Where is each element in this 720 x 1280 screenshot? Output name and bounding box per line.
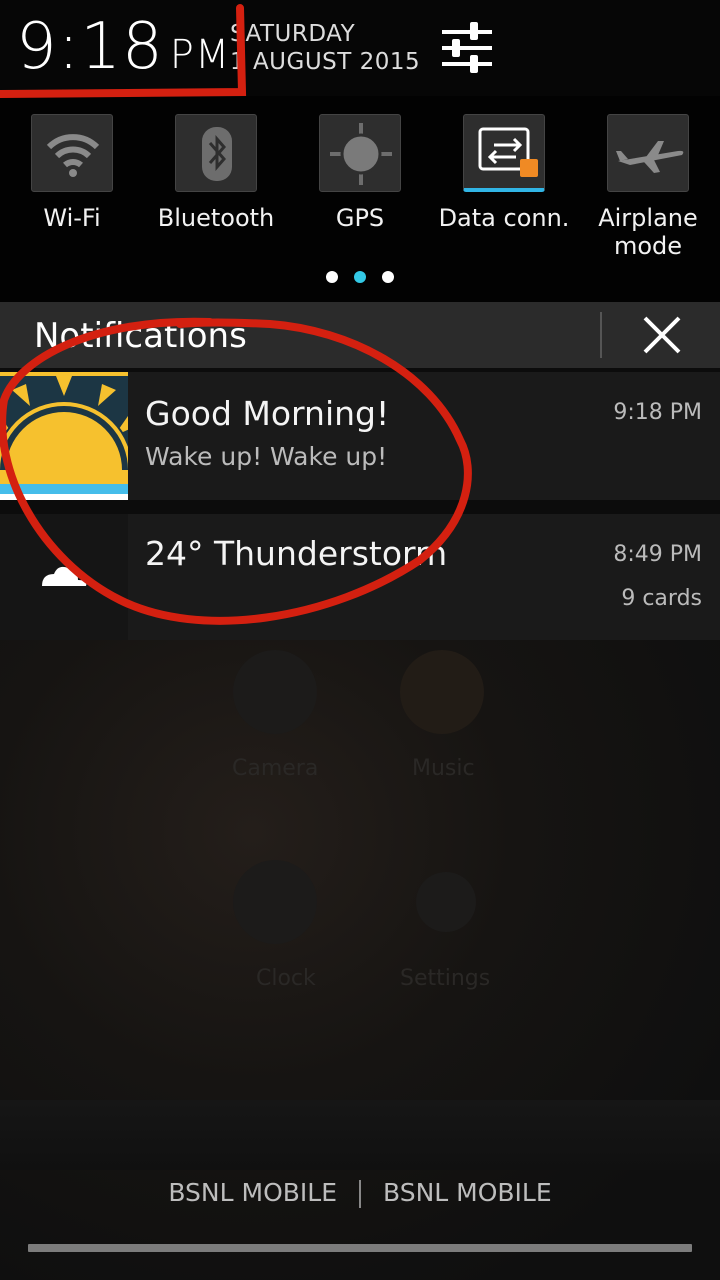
header-divider [600,312,602,358]
bluetooth-tile[interactable] [175,114,257,192]
bluetooth-label: Bluetooth [157,204,275,232]
clock-app-icon [233,860,317,944]
airplane-mode-label: Airplane mode [598,204,698,260]
notification-weather[interactable]: 24° Thunderstorm 8:49 PM 9 cards [0,514,720,640]
notification-title: 24° Thunderstorm [145,534,448,573]
clock-time: 9:18 [16,10,164,84]
clock-app-label: Clock [256,966,316,991]
notification-good-morning[interactable]: Good Morning! Wake up! Wake up! 9:18 PM [0,372,720,500]
carrier-sim2: BSNL MOBILE [383,1178,552,1207]
sunrise-icon [0,372,128,500]
notification-title: Good Morning! [145,394,390,433]
status-header: 9:18 PM SATURDAY 1 AUGUST 2015 [0,0,720,96]
airplane-tile[interactable] [607,114,689,192]
notification-time: 8:49 PM [613,542,702,567]
home-dock [0,1100,720,1170]
notifications-title: Notifications [34,316,247,356]
settings-app-icon [416,872,476,932]
data-connection-icon [478,127,538,177]
carrier-info: BSNL MOBILE BSNL MOBILE [0,1178,720,1208]
airplane-icon [616,141,684,173]
toggle-data-connection[interactable]: Data conn. [432,114,576,232]
shade-drag-handle[interactable] [28,1244,692,1252]
page-dot-1 [326,271,338,283]
quick-settings-button[interactable] [440,22,494,74]
cloud-icon [42,566,87,586]
data-connection-label: Data conn. [438,204,570,232]
notifications-header: Notifications [0,302,720,368]
page-dot-3 [382,271,394,283]
camera-app-icon [233,650,317,734]
bluetooth-icon [202,127,232,181]
carrier-divider [359,1180,361,1208]
notification-subtitle: Wake up! Wake up! [145,442,388,471]
date-text: 1 AUGUST 2015 [230,49,421,75]
gps-tile[interactable] [319,114,401,192]
wifi-icon [46,134,100,177]
toggle-bluetooth[interactable]: Bluetooth [144,114,288,232]
sliders-icon [442,22,492,73]
clock: 9:18 PM [16,10,230,84]
wifi-label: Wi-Fi [43,204,101,232]
toggle-wifi[interactable]: Wi-Fi [0,114,144,232]
notification-icon-area [0,514,128,640]
toggle-airplane-mode[interactable]: Airplane mode [576,114,720,260]
page-indicator [0,268,720,287]
page-dot-2 [354,271,366,283]
data-connection-tile[interactable] [463,114,545,192]
gps-label: GPS [335,204,385,232]
gps-icon [330,123,392,185]
music-app-icon [400,650,484,734]
music-app-label: Music [412,756,475,781]
settings-app-label: Settings [400,966,491,991]
close-icon [643,316,681,354]
clear-all-button[interactable] [636,312,688,360]
day-of-week: SATURDAY [230,21,356,47]
carrier-sim1: BSNL MOBILE [168,1178,337,1207]
notification-icon-area [0,372,128,500]
camera-app-label: Camera [232,756,319,781]
quick-toggles-panel: Wi-Fi Bluetooth GPS Data conn. Airplane … [0,96,720,302]
notification-info: 9 cards [621,586,702,611]
wifi-tile[interactable] [31,114,113,192]
date-display: SATURDAY 1 AUGUST 2015 [230,20,420,76]
toggle-gps[interactable]: GPS [288,114,432,232]
notification-time: 9:18 PM [613,400,702,425]
clock-ampm: PM [169,32,231,78]
